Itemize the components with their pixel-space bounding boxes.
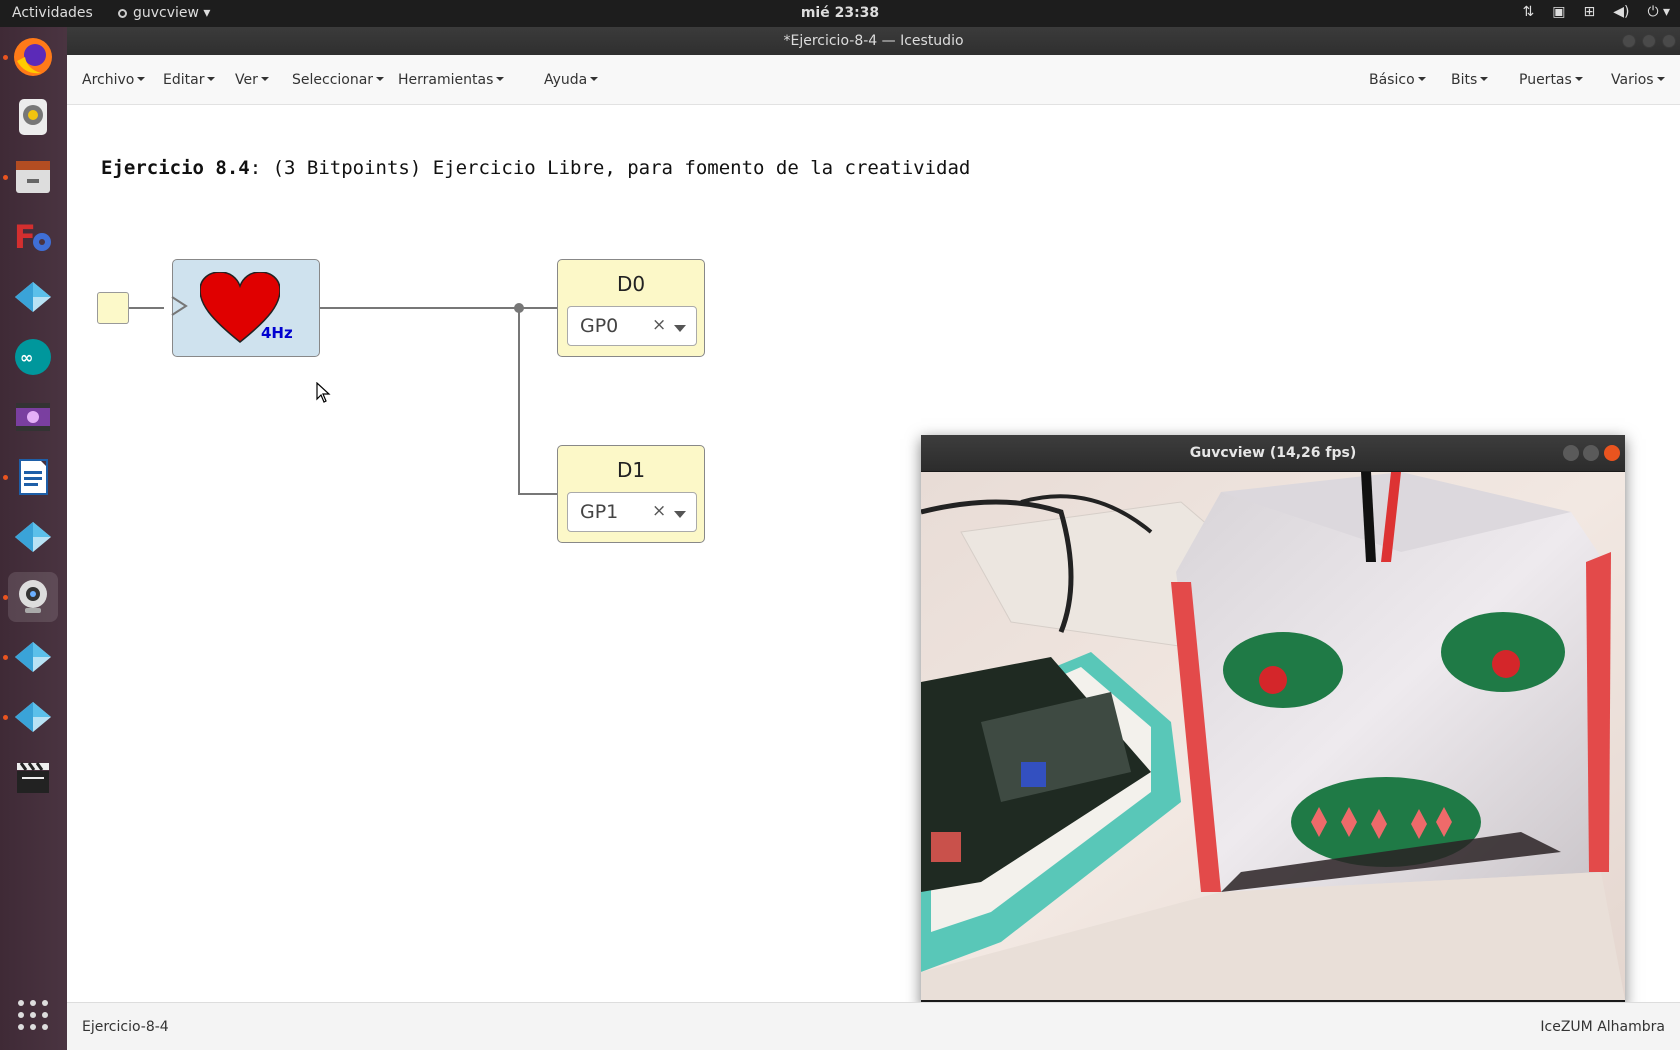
pin-select-d0[interactable]: GP0 × — [567, 306, 697, 346]
close-button[interactable] — [1662, 34, 1676, 48]
menu-puertas[interactable]: Puertas — [1519, 72, 1583, 88]
menu-seleccionar[interactable]: Seleccionar — [292, 72, 384, 88]
menu-ayuda[interactable]: Ayuda — [544, 72, 598, 88]
status-board-name[interactable]: IceZUM Alhambra — [1540, 1019, 1665, 1035]
menu-bits[interactable]: Bits — [1451, 72, 1488, 88]
freecad-icon[interactable]: F — [8, 212, 58, 262]
menu-herramientas[interactable]: Herramientas — [398, 72, 504, 88]
guvcview-title: Guvcview (14,26 fps) — [1189, 445, 1357, 461]
menu-bar: Archivo Editar Ver Seleccionar Herramien… — [67, 55, 1680, 105]
wire-d1[interactable] — [518, 493, 557, 495]
heart-frequency: 4Hz — [261, 324, 293, 342]
camera-preview — [921, 472, 1625, 1000]
writer-icon[interactable] — [8, 452, 58, 502]
maximize-button[interactable] — [1583, 445, 1599, 461]
files-icon[interactable] — [8, 152, 58, 202]
wire-branch[interactable] — [518, 307, 520, 495]
heading-bold: Ejercicio 8.4 — [101, 157, 250, 179]
menu-ver[interactable]: Ver — [235, 72, 269, 88]
icestudio-icon[interactable] — [8, 632, 58, 682]
icestudio-icon[interactable] — [8, 692, 58, 742]
mouse-cursor-icon — [316, 382, 331, 403]
minimize-button[interactable] — [1563, 445, 1579, 461]
rhythmbox-icon[interactable] — [8, 92, 58, 142]
guvcview-title-bar[interactable]: Guvcview (14,26 fps) — [921, 435, 1625, 471]
svg-text:∞: ∞ — [20, 348, 33, 367]
icestudio-icon[interactable] — [8, 272, 58, 322]
clock[interactable]: mié 23:38 — [0, 5, 1680, 21]
wire-junction — [514, 303, 524, 313]
clock-input-triangle-icon — [171, 296, 188, 316]
clear-icon[interactable]: × — [652, 501, 666, 521]
output-block-d0[interactable]: D0 GP0 × — [557, 259, 705, 357]
video-editor-icon[interactable] — [8, 392, 58, 442]
network-transfer-icon[interactable]: ⇅ — [1523, 4, 1535, 20]
menu-archivo[interactable]: Archivo — [82, 72, 145, 88]
heading-rest: : (3 Bitpoints) Ejercicio Libre, para fo… — [249, 157, 971, 179]
minimize-button[interactable] — [1622, 34, 1636, 48]
chevron-down-icon[interactable] — [674, 511, 686, 518]
chevron-down-icon[interactable] — [674, 325, 686, 332]
pin-select-value: GP1 — [580, 501, 619, 523]
status-project-name: Ejercicio-8-4 — [82, 1019, 169, 1035]
camera-frame-image — [921, 472, 1625, 1000]
svg-text:F: F — [14, 218, 36, 256]
input-pin[interactable] — [97, 292, 129, 324]
window-title-bar[interactable]: *Ejercicio-8-4 — Icestudio — [67, 27, 1680, 55]
system-tray[interactable]: ⇅ ▣ ⊞ ◀) ⏻ ▾ — [1523, 4, 1671, 20]
output-label: D1 — [616, 458, 646, 482]
window-title: *Ejercicio-8-4 — Icestudio — [783, 33, 964, 49]
clear-icon[interactable]: × — [652, 315, 666, 335]
menu-varios[interactable]: Varios — [1611, 72, 1665, 88]
app-grid-icon[interactable] — [8, 990, 58, 1040]
arduino-icon[interactable]: ∞ — [8, 332, 58, 382]
menu-editar[interactable]: Editar — [163, 72, 215, 88]
pin-select-d1[interactable]: GP1 × — [567, 492, 697, 532]
webcam-icon[interactable] — [8, 572, 58, 622]
guvcview-window[interactable]: Guvcview (14,26 fps) — [921, 435, 1625, 1008]
network-icon[interactable]: ⊞ — [1583, 4, 1595, 20]
gnome-top-bar: Actividades guvcview ▾ mié 23:38 ⇅ ▣ ⊞ ◀… — [0, 0, 1680, 27]
wire-input[interactable] — [124, 307, 164, 309]
clapper-icon[interactable] — [8, 752, 58, 802]
dock: F ∞ — [0, 27, 67, 1050]
status-bar: Ejercicio-8-4 IceZUM Alhambra — [67, 1002, 1680, 1050]
maximize-button[interactable] — [1642, 34, 1656, 48]
icestudio-icon[interactable] — [8, 512, 58, 562]
pin-select-value: GP0 — [580, 315, 619, 337]
firefox-icon[interactable] — [8, 32, 58, 82]
exercise-heading: Ejercicio 8.4: (3 Bitpoints) Ejercicio L… — [101, 157, 970, 179]
output-label: D0 — [616, 272, 646, 296]
camera-icon[interactable]: ▣ — [1552, 4, 1565, 20]
menu-basico[interactable]: Básico — [1369, 72, 1426, 88]
close-button[interactable] — [1604, 445, 1620, 461]
heart-block[interactable]: 4Hz — [171, 259, 320, 357]
output-block-d1[interactable]: D1 GP1 × — [557, 445, 705, 543]
volume-icon[interactable]: ◀) — [1613, 4, 1629, 20]
power-icon[interactable]: ⏻ ▾ — [1647, 4, 1670, 20]
